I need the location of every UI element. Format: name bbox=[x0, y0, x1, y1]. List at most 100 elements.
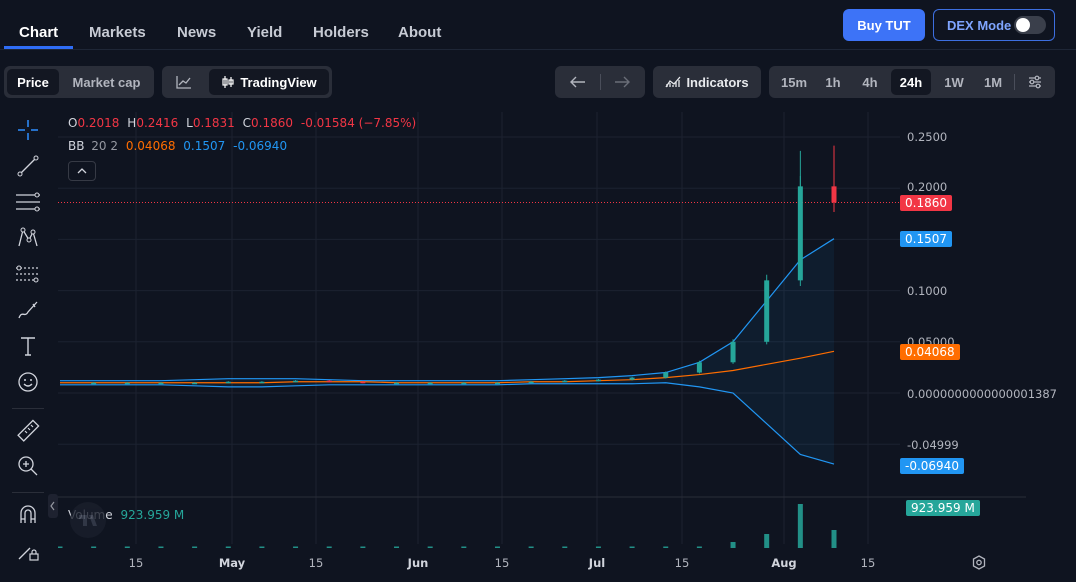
volume-bar bbox=[259, 546, 265, 548]
candle-body bbox=[528, 381, 534, 384]
pattern-icon bbox=[18, 227, 38, 247]
divider bbox=[1014, 74, 1015, 90]
tab-holders[interactable]: Holders bbox=[313, 24, 369, 41]
y-tick-label: 0.0000000000000001387 bbox=[907, 387, 1057, 401]
text-icon bbox=[21, 337, 35, 356]
emoji-tool[interactable] bbox=[14, 368, 42, 396]
lock-drawings-icon bbox=[18, 547, 39, 561]
text-tool[interactable] bbox=[14, 332, 42, 360]
divider bbox=[12, 408, 44, 409]
candle-body bbox=[595, 379, 601, 382]
close-value: 0.1860 bbox=[251, 116, 294, 130]
chevron-left-icon bbox=[50, 501, 55, 511]
volume-bar bbox=[58, 546, 63, 548]
indicators-button[interactable]: Indicators bbox=[653, 66, 761, 98]
bb-params: 20 2 bbox=[91, 139, 119, 153]
collapse-legend-button[interactable] bbox=[68, 161, 96, 181]
measure-tool[interactable] bbox=[14, 417, 42, 445]
chart-settings-button[interactable] bbox=[1021, 69, 1049, 95]
x-tick-label: 15 bbox=[308, 556, 324, 570]
dex-mode-switch[interactable] bbox=[1014, 16, 1046, 34]
active-tab-indicator bbox=[4, 46, 73, 49]
timeframe-24h[interactable]: 24h bbox=[891, 69, 931, 95]
arrow-left-icon bbox=[570, 76, 585, 88]
fib-tool[interactable] bbox=[14, 188, 42, 216]
tab-yield[interactable]: Yield bbox=[247, 24, 282, 41]
ohlc-legend: O0.2018 H0.2416 L0.1831 C0.1860 -0.01584… bbox=[68, 116, 416, 130]
timeframe-15m[interactable]: 15m bbox=[776, 69, 812, 95]
undo-button[interactable] bbox=[559, 69, 597, 95]
volume-bar bbox=[225, 546, 231, 548]
bb-legend[interactable]: BB 20 2 0.04068 0.1507 -0.06940 bbox=[68, 139, 287, 153]
timeframe-group: 15m 1h 4h 24h 1W 1M bbox=[769, 66, 1055, 98]
x-tick-label: 15 bbox=[674, 556, 690, 570]
tradingview-button[interactable]: TradingView bbox=[209, 69, 329, 95]
candle-body bbox=[293, 380, 299, 383]
indicators-inner: Indicators bbox=[656, 69, 758, 95]
candle-body bbox=[225, 381, 231, 384]
top-nav: Chart Markets News Yield Holders About B… bbox=[0, 0, 1076, 50]
redo-button[interactable] bbox=[603, 69, 641, 95]
simple-chart-button[interactable] bbox=[165, 69, 203, 95]
dex-mode-label: DEX Mode bbox=[947, 17, 1012, 33]
candle-body bbox=[91, 382, 97, 385]
fib-lines-icon bbox=[16, 192, 40, 212]
brush-tool[interactable] bbox=[14, 296, 42, 324]
candle-body bbox=[427, 382, 433, 385]
axis-settings-button[interactable] bbox=[970, 554, 988, 572]
tab-about[interactable]: About bbox=[398, 24, 441, 41]
volume-bar bbox=[360, 546, 366, 548]
tab-news[interactable]: News bbox=[177, 24, 216, 41]
buy-button[interactable]: Buy TUT bbox=[843, 9, 925, 41]
lock-drawings-tool[interactable] bbox=[14, 537, 42, 565]
timeframe-1w[interactable]: 1W bbox=[937, 69, 971, 95]
y-tick-label: 0.2000 bbox=[907, 180, 948, 194]
drawing-toolbar bbox=[0, 112, 55, 582]
volume-bar bbox=[91, 546, 97, 548]
toggle-knob bbox=[1016, 18, 1030, 32]
crosshair-tool[interactable] bbox=[14, 116, 42, 144]
magnet-tool[interactable] bbox=[14, 501, 42, 529]
change-value: -0.01584 (−7.85%) bbox=[300, 116, 417, 130]
volume-bar bbox=[158, 546, 164, 548]
pane-collapse-handle[interactable] bbox=[48, 494, 58, 518]
volume-bar bbox=[562, 546, 568, 548]
zoom-in-tool[interactable] bbox=[14, 452, 42, 480]
candle-body bbox=[360, 381, 366, 384]
bb-line-bb-lower bbox=[60, 382, 835, 465]
close-price-tag: 0.1860 bbox=[900, 195, 952, 211]
x-tick-label: Aug bbox=[771, 556, 797, 570]
pattern-tool[interactable] bbox=[14, 224, 42, 252]
volume-bar bbox=[797, 504, 803, 548]
line-chart-icon bbox=[176, 76, 191, 89]
x-tick-label: Jun bbox=[407, 556, 429, 570]
x-tick-label: 15 bbox=[128, 556, 144, 570]
candle-body bbox=[696, 362, 702, 373]
candle-body bbox=[730, 341, 736, 363]
zoom-in-icon bbox=[18, 456, 38, 476]
low-value: 0.1831 bbox=[192, 116, 235, 130]
tab-chart[interactable]: Chart bbox=[19, 24, 58, 41]
tab-markets[interactable]: Markets bbox=[89, 24, 146, 41]
forecast-tool[interactable] bbox=[14, 260, 42, 288]
chart-area[interactable]: O0.2018 H0.2416 L0.1831 C0.1860 -0.01584… bbox=[48, 112, 1076, 582]
candle-body bbox=[562, 380, 568, 383]
candle-body bbox=[124, 382, 130, 385]
undo-redo-group bbox=[555, 66, 645, 98]
candle-body bbox=[192, 382, 198, 385]
ruler-icon bbox=[17, 419, 40, 442]
crosshair-icon bbox=[18, 120, 38, 140]
timeframe-1m[interactable]: 1M bbox=[976, 69, 1010, 95]
high-label: H bbox=[127, 116, 137, 130]
price-toggle[interactable]: Price bbox=[7, 69, 59, 95]
candle-body bbox=[663, 372, 669, 378]
tradingview-logo[interactable] bbox=[70, 502, 106, 538]
timeframe-1h[interactable]: 1h bbox=[818, 69, 848, 95]
candle-body bbox=[259, 381, 265, 384]
marketcap-toggle[interactable]: Market cap bbox=[62, 69, 151, 95]
dex-mode-toggle-button[interactable]: DEX Mode bbox=[933, 9, 1055, 41]
candles-icon bbox=[222, 76, 234, 88]
trendline-tool[interactable] bbox=[14, 152, 42, 180]
candle-body bbox=[461, 382, 467, 385]
timeframe-4h[interactable]: 4h bbox=[855, 69, 885, 95]
